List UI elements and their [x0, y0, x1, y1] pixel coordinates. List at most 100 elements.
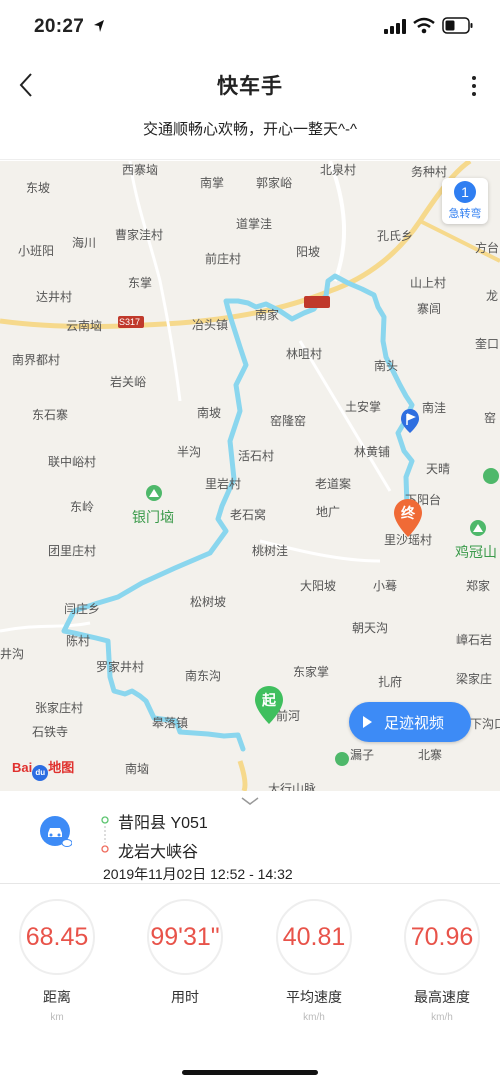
map-place-label: 皋落镇	[152, 716, 189, 730]
end-marker-label: 终	[401, 505, 415, 521]
footprint-video-button[interactable]: 足迹视频	[349, 702, 471, 742]
more-vertical-icon	[472, 76, 476, 96]
map-place-label: 井沟	[0, 647, 25, 661]
map-place-label: 南东沟	[185, 669, 222, 683]
map-place-label: 林黄铺	[354, 445, 391, 459]
map-place-label: 东家掌	[293, 665, 330, 679]
map-place-label: 活石村	[238, 449, 275, 463]
map-place-label: 松树坡	[190, 595, 227, 609]
map-place-label: 孔氏乡	[377, 229, 414, 243]
map-place-label: 东坡	[26, 181, 51, 195]
page-title: 快车手	[217, 75, 283, 98]
map-place-label: 东岭	[70, 500, 95, 514]
more-options-button[interactable]	[464, 72, 484, 100]
map-place-label: 罗家井村	[96, 660, 145, 674]
sharp-turn-badge[interactable]: 1 急转弯	[442, 178, 488, 224]
trip-start-location: 昔阳县 Y051	[118, 815, 208, 832]
sharp-turn-count: 1	[454, 181, 476, 203]
stat-unit: km/h	[303, 1012, 325, 1023]
map-place-label: 天晴	[426, 462, 451, 476]
map-place-label: 老道案	[315, 477, 352, 491]
map-place-label: 道掌洼	[236, 217, 273, 231]
stat-unit: km/h	[431, 1012, 453, 1023]
map-place-label: 北寨	[418, 748, 443, 762]
map-place-label: 大行山脉	[268, 782, 317, 791]
map-place-label: 冶头镇	[192, 318, 229, 332]
map-place-label: 东石寨	[32, 408, 69, 422]
map-place-label: 半沟	[177, 445, 202, 459]
battery-icon	[442, 17, 473, 34]
map-place-label: 云南垴	[66, 319, 103, 333]
map-place-label: 土安掌	[345, 400, 382, 414]
map-place-label: 阳坡	[296, 245, 321, 259]
map-place-label: 陈村	[66, 634, 91, 648]
home-indicator[interactable]	[182, 1070, 318, 1075]
map-place-label: 大阳坡	[300, 579, 337, 593]
map-place-label: 岩关峪	[110, 375, 147, 389]
map-place-label: 南洼	[422, 401, 447, 415]
stat-duration: 99'31" 用时	[125, 899, 245, 1012]
baidu-map-logo: Bai du 地图	[12, 757, 74, 781]
map-place-label: 郑家	[466, 579, 491, 593]
map-place-label: 联中峪村	[48, 455, 97, 469]
map-place-label: 西寨垴	[122, 163, 159, 177]
map-place-label: 海川	[72, 236, 97, 250]
status-bar: 20:27	[0, 0, 500, 54]
map-place-label: 桃树洼	[252, 544, 289, 558]
map-place-label: 漏子	[350, 748, 375, 762]
map-place-label: 寨闾	[417, 302, 442, 316]
map-place-label: 老石窝	[230, 508, 267, 522]
map-place-label: 小班阳	[18, 244, 55, 258]
map-place-label: 东掌	[128, 276, 153, 290]
stat-value: 40.81	[276, 899, 352, 975]
map-place-label: 南垴	[125, 762, 150, 776]
location-arrow-icon	[94, 20, 104, 32]
map-place-label: 窑隆窑	[270, 414, 307, 428]
app-header: 快车手 交通顺畅心欢畅，开心一整天^-^	[0, 54, 500, 160]
map-place-label: 山上村	[410, 276, 447, 290]
play-icon	[363, 716, 372, 728]
map-place-label: 张家庄村	[35, 701, 84, 715]
map-place-label: 梁家庄	[456, 672, 493, 686]
map-place-label: 嶂石岩	[456, 633, 493, 647]
start-marker[interactable]: 起	[253, 685, 285, 725]
divider	[0, 883, 500, 884]
status-time: 20:27	[34, 16, 85, 37]
trip-summary-sheet: 昔阳县 Y051 龙岩大峡谷 2019年11月02日 12:52 - 14:32…	[0, 791, 500, 1082]
map-place-label: 团里庄村	[48, 544, 97, 558]
stat-label: 平均速度	[286, 989, 342, 1005]
road-label-s317: S317	[119, 317, 141, 327]
stat-value: 70.96	[404, 899, 480, 975]
map-place-label: 小蓦	[373, 579, 398, 593]
route-map[interactable]: 西寨垴 南掌 郭家峪 北泉村 务种村 东坡 道掌洼 孔氏乡 小班阳 海川 曹家洼…	[0, 161, 500, 791]
map-place-label: 银门垴	[132, 509, 174, 525]
map-place-label: 里岩村	[205, 477, 242, 491]
map-place-label: 南家	[255, 308, 280, 322]
stat-value: 99'31"	[147, 899, 223, 975]
map-canvas	[0, 161, 500, 791]
cellular-signal-icon	[384, 19, 406, 34]
end-marker[interactable]: 终	[392, 498, 424, 538]
map-place-label: 扎府	[378, 675, 403, 689]
map-place-label: 南掌	[200, 176, 225, 190]
map-place-label: 窑	[484, 411, 497, 425]
stat-max-speed: 70.96 最高速度 km/h	[382, 899, 500, 1023]
map-place-label: 南坡	[197, 406, 222, 420]
map-place-label: 曹家洼村	[115, 228, 164, 242]
map-place-label: 方台	[475, 241, 500, 255]
stat-label: 最高速度	[414, 989, 470, 1005]
start-marker-label: 起	[262, 692, 276, 708]
stat-label: 距离	[43, 989, 71, 1005]
map-place-label: 地广	[316, 505, 341, 519]
sharp-turn-label: 急转弯	[448, 208, 482, 220]
chevron-down-icon[interactable]	[240, 795, 260, 807]
stat-value: 68.45	[19, 899, 95, 975]
stat-average-speed: 40.81 平均速度 km/h	[254, 899, 374, 1023]
stat-distance: 68.45 距离 km	[0, 899, 117, 1023]
footprint-video-label: 足迹视频	[384, 714, 445, 732]
map-place-label: 南头	[374, 359, 399, 373]
map-place-label: 达井村	[36, 290, 73, 304]
map-place-label: 前庄村	[205, 252, 242, 266]
map-place-label: 下沟口	[470, 717, 500, 731]
map-place-label: 鸡冠山	[455, 544, 497, 560]
